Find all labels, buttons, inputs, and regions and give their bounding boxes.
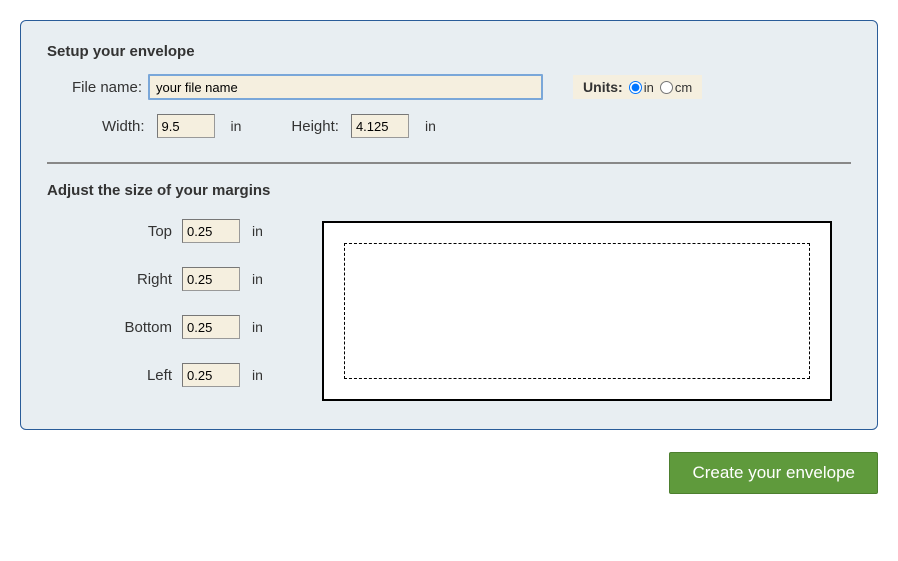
unit-option-in[interactable]: in <box>629 80 654 95</box>
margin-controls: Top in Right in Bottom in Left in <box>47 219 322 387</box>
envelope-setup-panel: Setup your envelope File name: Units: in… <box>20 20 878 430</box>
unit-cm-text: cm <box>675 80 692 95</box>
margin-row-bottom: Bottom in <box>57 315 322 339</box>
margin-bottom-input[interactable] <box>182 315 240 339</box>
margin-left-input[interactable] <box>182 363 240 387</box>
margin-top-label: Top <box>57 223 182 240</box>
margin-top-input[interactable] <box>182 219 240 243</box>
divider <box>47 162 851 164</box>
margin-right-label: Right <box>57 271 182 288</box>
unit-option-cm[interactable]: cm <box>660 80 692 95</box>
unit-in-text: in <box>644 80 654 95</box>
filename-input[interactable] <box>148 74 543 100</box>
margin-top-unit: in <box>252 223 263 239</box>
envelope-preview <box>322 221 832 401</box>
create-envelope-button[interactable]: Create your envelope <box>669 452 878 494</box>
width-input[interactable] <box>157 114 215 138</box>
unit-radio-in[interactable] <box>629 81 642 94</box>
margin-row-top: Top in <box>57 219 322 243</box>
height-label: Height: <box>291 118 339 135</box>
unit-radio-cm[interactable] <box>660 81 673 94</box>
height-input[interactable] <box>351 114 409 138</box>
margins-heading: Adjust the size of your margins <box>47 182 851 199</box>
dimensions-row: Width: in Height: in <box>47 114 851 138</box>
units-label: Units: <box>583 79 623 95</box>
margin-row-right: Right in <box>57 267 322 291</box>
margin-right-unit: in <box>252 271 263 287</box>
submit-row: Create your envelope <box>20 452 878 494</box>
margin-left-unit: in <box>252 367 263 383</box>
margin-left-label: Left <box>57 367 182 384</box>
width-unit: in <box>231 118 242 134</box>
margin-bottom-unit: in <box>252 319 263 335</box>
filename-row: File name: Units: in cm <box>47 74 851 100</box>
envelope-preview-margin <box>344 243 810 379</box>
width-label: Width: <box>102 118 145 135</box>
margins-wrap: Top in Right in Bottom in Left in <box>47 219 851 401</box>
setup-heading: Setup your envelope <box>47 43 851 60</box>
units-block: Units: in cm <box>573 75 702 99</box>
margin-bottom-label: Bottom <box>57 319 182 336</box>
height-unit: in <box>425 118 436 134</box>
filename-label: File name: <box>72 79 142 96</box>
margin-right-input[interactable] <box>182 267 240 291</box>
margin-row-left: Left in <box>57 363 322 387</box>
